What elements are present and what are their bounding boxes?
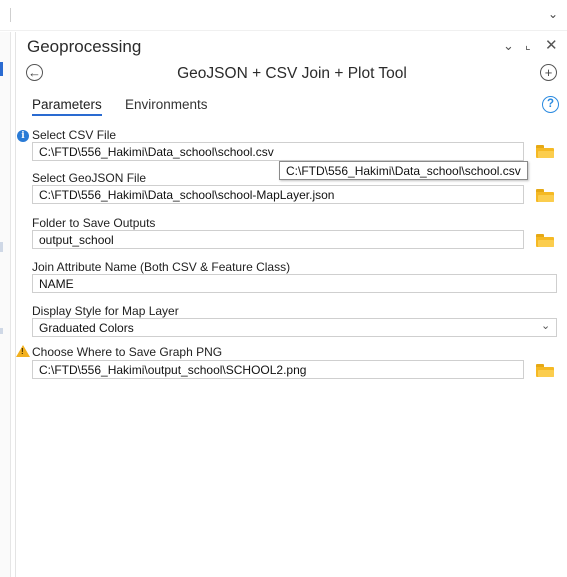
pin-icon[interactable]: ⌞ <box>525 38 531 52</box>
csv-file-label: Select CSV File <box>32 128 117 142</box>
dock-indicator <box>0 62 3 76</box>
display-style-select[interactable]: Graduated Colors <box>32 318 557 337</box>
dock-indicator <box>0 242 3 252</box>
tool-name: GeoJSON + CSV Join + Plot Tool <box>177 65 407 82</box>
close-icon[interactable]: ✕ <box>545 36 558 54</box>
tab-environments[interactable]: Environments <box>125 97 208 112</box>
left-dock-strip <box>0 32 11 577</box>
path-tooltip: C:\FTD\556_Hakimi\Data_school\school.csv <box>279 161 528 180</box>
geojson-file-label: Select GeoJSON File <box>32 171 147 185</box>
chevron-down-icon[interactable]: ⌄ <box>503 38 514 54</box>
pane-title: Geoprocessing <box>27 37 142 56</box>
folder-icon[interactable] <box>536 234 554 247</box>
tab-parameters[interactable]: Parameters <box>32 97 102 116</box>
top-strip: ⌄ <box>0 0 567 31</box>
info-icon: i <box>17 130 29 142</box>
join-attribute-label: Join Attribute Name (Both CSV & Feature … <box>32 260 291 274</box>
geojson-file-input[interactable]: C:\FTD\556_Hakimi\Data_school\school-Map… <box>32 185 524 204</box>
add-icon[interactable]: + <box>540 64 557 81</box>
folder-icon[interactable] <box>536 145 554 158</box>
display-style-label: Display Style for Map Layer <box>32 304 179 318</box>
dock-indicator <box>0 328 3 334</box>
chevron-down-icon[interactable]: ⌄ <box>541 319 550 332</box>
output-folder-input[interactable]: output_school <box>32 230 524 249</box>
chevron-down-icon[interactable]: ⌄ <box>548 7 558 21</box>
help-icon[interactable]: ? <box>542 96 559 113</box>
output-folder-label: Folder to Save Outputs <box>32 216 156 230</box>
graph-png-label: Choose Where to Save Graph PNG <box>32 345 223 359</box>
warning-icon: ! <box>16 345 30 357</box>
pane-titlebar: Geoprocessing ⌄ ⌞ ✕ <box>16 32 567 60</box>
folder-icon[interactable] <box>536 364 554 377</box>
join-attribute-input[interactable]: NAME <box>32 274 557 293</box>
folder-icon[interactable] <box>536 189 554 202</box>
tool-header: ← GeoJSON + CSV Join + Plot Tool + <box>16 62 567 88</box>
geoprocessing-pane: Geoprocessing ⌄ ⌞ ✕ ← GeoJSON + CSV Join… <box>15 32 567 577</box>
csv-file-input[interactable]: C:\FTD\556_Hakimi\Data_school\school.csv <box>32 142 524 161</box>
graph-png-input[interactable]: C:\FTD\556_Hakimi\output_school\SCHOOL2.… <box>32 360 524 379</box>
separator <box>10 8 11 22</box>
